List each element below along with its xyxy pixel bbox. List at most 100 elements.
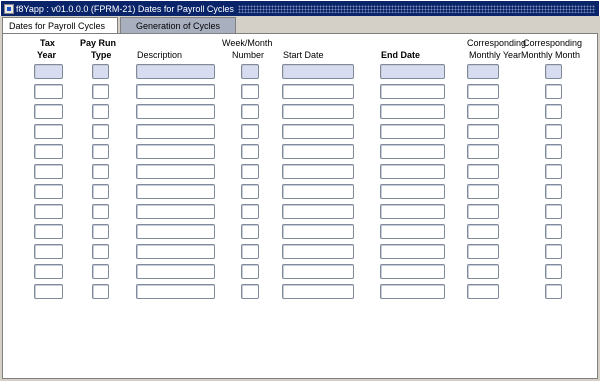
week-month-number-field[interactable] xyxy=(241,284,259,299)
tax-year-field[interactable] xyxy=(34,164,63,179)
tax-year-field[interactable] xyxy=(34,284,63,299)
pay-run-type-field[interactable] xyxy=(92,184,109,199)
end-date-field[interactable] xyxy=(380,224,445,239)
tax-year-field[interactable] xyxy=(34,124,63,139)
corresponding-monthly-year-field[interactable] xyxy=(467,204,499,219)
description-field[interactable] xyxy=(136,104,215,119)
start-date-field[interactable] xyxy=(282,144,354,159)
description-field[interactable] xyxy=(136,284,215,299)
corresponding-monthly-month-field[interactable] xyxy=(545,284,562,299)
corresponding-monthly-year-field[interactable] xyxy=(467,284,499,299)
description-field[interactable] xyxy=(136,84,215,99)
corresponding-monthly-year-field[interactable] xyxy=(467,84,499,99)
end-date-field[interactable] xyxy=(380,204,445,219)
end-date-field[interactable] xyxy=(380,184,445,199)
tab-dates-for-payroll-cycles[interactable]: Dates for Payroll Cycles xyxy=(2,17,118,34)
description-field[interactable] xyxy=(136,224,215,239)
description-field[interactable] xyxy=(136,144,215,159)
tax-year-field[interactable] xyxy=(34,104,63,119)
week-month-number-field[interactable] xyxy=(241,264,259,279)
corresponding-monthly-month-field[interactable] xyxy=(545,164,562,179)
description-field[interactable] xyxy=(136,184,215,199)
week-month-number-field[interactable] xyxy=(241,84,259,99)
corresponding-monthly-year-field[interactable] xyxy=(467,164,499,179)
corresponding-monthly-month-field[interactable] xyxy=(545,224,562,239)
week-month-number-field[interactable] xyxy=(241,144,259,159)
tax-year-field[interactable] xyxy=(34,204,63,219)
pay-run-type-field[interactable] xyxy=(92,244,109,259)
corresponding-monthly-month-field[interactable] xyxy=(545,204,562,219)
end-date-field[interactable] xyxy=(380,144,445,159)
start-date-field[interactable] xyxy=(282,124,354,139)
week-month-number-field[interactable] xyxy=(241,124,259,139)
tax-year-field[interactable] xyxy=(34,84,63,99)
week-month-number-field[interactable] xyxy=(241,224,259,239)
pay-run-type-field[interactable] xyxy=(92,84,109,99)
corresponding-monthly-month-field[interactable] xyxy=(545,264,562,279)
week-month-number-field[interactable] xyxy=(241,244,259,259)
description-field[interactable] xyxy=(136,264,215,279)
end-date-field[interactable] xyxy=(380,124,445,139)
header-corresponding-monthly-year-line2: Monthly Year xyxy=(469,50,522,60)
tab-generation-of-cycles[interactable]: Generation of Cycles xyxy=(120,17,236,34)
end-date-field[interactable] xyxy=(380,284,445,299)
pay-run-type-field[interactable] xyxy=(92,64,109,79)
corresponding-monthly-month-field[interactable] xyxy=(545,124,562,139)
description-field[interactable] xyxy=(136,164,215,179)
start-date-field[interactable] xyxy=(282,104,354,119)
pay-run-type-field[interactable] xyxy=(92,204,109,219)
corresponding-monthly-year-field[interactable] xyxy=(467,104,499,119)
start-date-field[interactable] xyxy=(282,244,354,259)
end-date-field[interactable] xyxy=(380,104,445,119)
week-month-number-field[interactable] xyxy=(241,64,259,79)
start-date-field[interactable] xyxy=(282,204,354,219)
corresponding-monthly-year-field[interactable] xyxy=(467,244,499,259)
description-field[interactable] xyxy=(136,64,215,79)
corresponding-monthly-year-field[interactable] xyxy=(467,264,499,279)
corresponding-monthly-month-field[interactable] xyxy=(545,84,562,99)
start-date-field[interactable] xyxy=(282,84,354,99)
corresponding-monthly-month-field[interactable] xyxy=(545,244,562,259)
description-field[interactable] xyxy=(136,244,215,259)
week-month-number-field[interactable] xyxy=(241,204,259,219)
tax-year-field[interactable] xyxy=(34,184,63,199)
pay-run-type-field[interactable] xyxy=(92,164,109,179)
tax-year-field[interactable] xyxy=(34,264,63,279)
tax-year-field[interactable] xyxy=(34,224,63,239)
tax-year-field[interactable] xyxy=(34,144,63,159)
corresponding-monthly-year-field[interactable] xyxy=(467,224,499,239)
start-date-field[interactable] xyxy=(282,284,354,299)
corresponding-monthly-year-field[interactable] xyxy=(467,64,499,79)
corresponding-monthly-month-field[interactable] xyxy=(545,144,562,159)
tax-year-field[interactable] xyxy=(34,244,63,259)
pay-run-type-field[interactable] xyxy=(92,224,109,239)
week-month-number-field[interactable] xyxy=(241,164,259,179)
pay-run-type-field[interactable] xyxy=(92,104,109,119)
pay-run-type-field[interactable] xyxy=(92,264,109,279)
start-date-field[interactable] xyxy=(282,264,354,279)
corresponding-monthly-year-field[interactable] xyxy=(467,124,499,139)
week-month-number-field[interactable] xyxy=(241,184,259,199)
pay-run-type-field[interactable] xyxy=(92,144,109,159)
end-date-field[interactable] xyxy=(380,244,445,259)
pay-run-type-field[interactable] xyxy=(92,284,109,299)
corresponding-monthly-year-field[interactable] xyxy=(467,184,499,199)
description-field[interactable] xyxy=(136,124,215,139)
description-field[interactable] xyxy=(136,204,215,219)
corresponding-monthly-month-field[interactable] xyxy=(545,184,562,199)
start-date-field[interactable] xyxy=(282,184,354,199)
start-date-field[interactable] xyxy=(282,164,354,179)
end-date-field[interactable] xyxy=(380,164,445,179)
corresponding-monthly-year-field[interactable] xyxy=(467,144,499,159)
start-date-field[interactable] xyxy=(282,64,354,79)
tax-year-field[interactable] xyxy=(34,64,63,79)
title-bar-grip[interactable] xyxy=(237,4,595,13)
pay-run-type-field[interactable] xyxy=(92,124,109,139)
corresponding-monthly-month-field[interactable] xyxy=(545,104,562,119)
week-month-number-field[interactable] xyxy=(241,104,259,119)
corresponding-monthly-month-field[interactable] xyxy=(545,64,562,79)
end-date-field[interactable] xyxy=(380,64,445,79)
end-date-field[interactable] xyxy=(380,264,445,279)
start-date-field[interactable] xyxy=(282,224,354,239)
end-date-field[interactable] xyxy=(380,84,445,99)
